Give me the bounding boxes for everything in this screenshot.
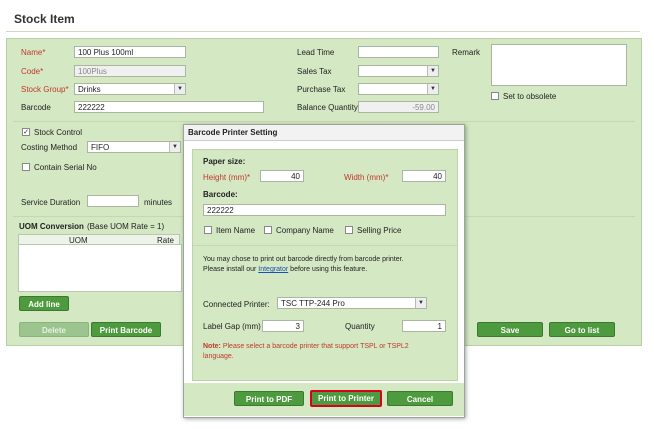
stock-control-checkbox[interactable]: ✓ [22, 128, 30, 136]
note-text: Please select a barcode printer that sup… [220, 343, 409, 350]
selling-price-label: Selling Price [357, 226, 402, 235]
label-gap-label: Label Gap (mm) [203, 322, 261, 331]
section-divider [13, 121, 635, 122]
purchase-tax-select[interactable]: ▼ [358, 83, 439, 95]
height-label: Height (mm)* [203, 173, 251, 182]
code-field[interactable]: 100Plus [74, 65, 186, 77]
remark-textarea[interactable] [491, 44, 627, 86]
balance-quantity-field: -59.00 [358, 101, 439, 113]
chevron-down-icon: ▼ [427, 66, 438, 76]
code-label: Code* [21, 67, 44, 76]
dialog-divider [193, 245, 457, 246]
stock-control-label: Stock Control [34, 128, 83, 137]
info-text-pre: Please install our [203, 266, 259, 273]
chevron-down-icon: ▼ [174, 84, 185, 94]
minutes-label: minutes [144, 198, 173, 207]
print-barcode-button[interactable]: Print Barcode [91, 322, 161, 337]
save-button[interactable]: Save [477, 322, 543, 337]
width-field[interactable]: 40 [402, 170, 446, 182]
selling-price-checkbox[interactable] [345, 226, 353, 234]
paper-size-label: Paper size: [203, 157, 246, 166]
note-line1: Note: Please select a barcode printer th… [203, 343, 409, 350]
info-text-post: before using this feature. [288, 266, 368, 273]
uom-base-note: (Base UOM Rate = 1) [87, 222, 165, 231]
obsolete-label: Set to obsolete [503, 92, 557, 101]
stock-group-select[interactable]: Drinks ▼ [74, 83, 186, 95]
connected-printer-select[interactable]: TSC TTP-244 Pro ▼ [277, 297, 427, 309]
integrator-link[interactable]: Integrator [258, 266, 288, 273]
cancel-button[interactable]: Cancel [387, 391, 453, 406]
lead-time-field[interactable] [358, 46, 439, 58]
costing-method-value: FIFO [91, 143, 110, 152]
company-name-checkbox[interactable] [264, 226, 272, 234]
sales-tax-select[interactable]: ▼ [358, 65, 439, 77]
quantity-field[interactable]: 1 [402, 320, 446, 332]
header [0, 0, 654, 30]
print-to-printer-button[interactable]: Print to Printer [310, 390, 382, 407]
service-duration-label: Service Duration [21, 198, 81, 207]
costing-method-label: Costing Method [21, 143, 78, 152]
connected-printer-value: TSC TTP-244 Pro [281, 299, 345, 308]
width-label: Width (mm)* [344, 173, 389, 182]
service-duration-field[interactable] [87, 195, 139, 207]
balance-quantity-label: Balance Quantity [297, 103, 358, 112]
barcode-printer-dialog: Barcode Printer Setting Paper size: Heig… [183, 124, 465, 418]
remark-label: Remark [452, 48, 481, 57]
page-title: Stock Item [14, 12, 75, 26]
name-label: Name* [21, 48, 46, 57]
chevron-down-icon: ▼ [169, 142, 180, 152]
uom-section-label: UOM Conversion [19, 222, 84, 231]
note-bold: Note: [203, 343, 221, 350]
serial-checkbox[interactable] [22, 163, 30, 171]
stock-group-value: Drinks [78, 85, 101, 94]
dialog-barcode-field[interactable]: 222222 [203, 204, 446, 216]
delete-button[interactable]: Delete [19, 322, 89, 337]
info-text-line1: You may chose to print out barcode direc… [203, 256, 404, 263]
print-to-pdf-button[interactable]: Print to PDF [234, 391, 304, 406]
go-to-list-button[interactable]: Go to list [549, 322, 615, 337]
purchase-tax-label: Purchase Tax [297, 85, 346, 94]
note-line2: language. [203, 353, 234, 360]
obsolete-checkbox[interactable] [491, 92, 499, 100]
chevron-down-icon: ▼ [427, 84, 438, 94]
stock-group-label: Stock Group* [21, 85, 69, 94]
quantity-label: Quantity [345, 322, 375, 331]
label-gap-field[interactable]: 3 [262, 320, 304, 332]
company-name-label: Company Name [276, 226, 334, 235]
header-divider [6, 31, 640, 32]
sales-tax-label: Sales Tax [297, 67, 332, 76]
barcode-section-label: Barcode: [203, 190, 238, 199]
chevron-down-icon: ▼ [415, 298, 426, 308]
barcode-field[interactable]: 222222 [74, 101, 264, 113]
lead-time-label: Lead Time [297, 48, 335, 57]
info-text-line2: Please install our Integrator before usi… [203, 266, 367, 273]
name-field[interactable]: 100 Plus 100ml [74, 46, 186, 58]
connected-printer-label: Connected Printer: [203, 300, 270, 309]
add-line-button[interactable]: Add line [19, 296, 69, 311]
dialog-body: Paper size: Height (mm)* 40 Width (mm)* … [192, 149, 458, 381]
height-field[interactable]: 40 [260, 170, 304, 182]
costing-method-select[interactable]: FIFO ▼ [87, 141, 181, 153]
barcode-label: Barcode [21, 103, 51, 112]
item-name-checkbox[interactable] [204, 226, 212, 234]
dialog-footer: Print to PDF Print to Printer Cancel [184, 383, 464, 416]
dialog-title: Barcode Printer Setting [184, 125, 464, 141]
item-name-label: Item Name [216, 226, 256, 235]
serial-label: Contain Serial No [34, 163, 97, 172]
uom-table[interactable] [18, 244, 182, 292]
